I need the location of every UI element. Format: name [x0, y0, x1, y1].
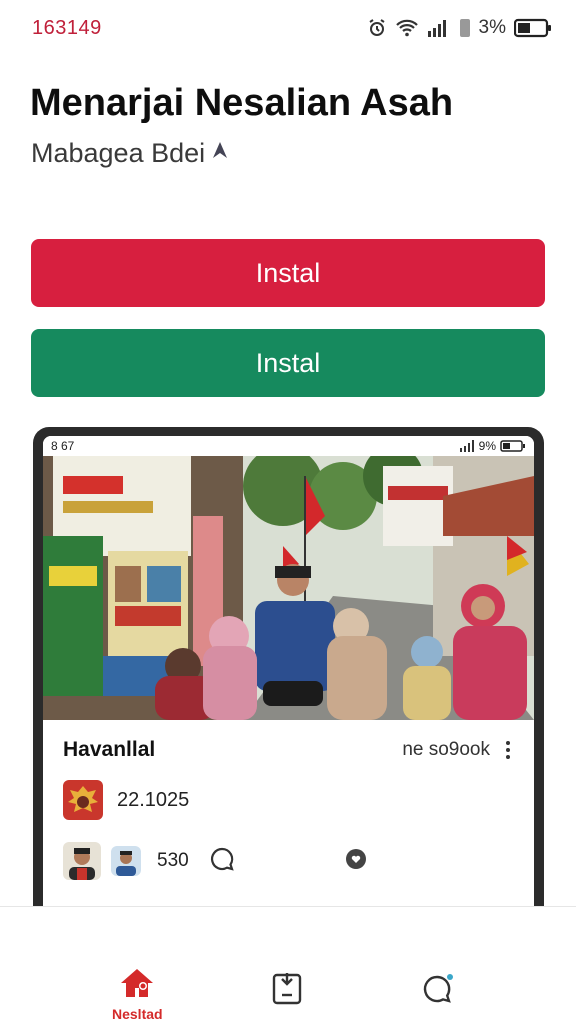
app-title: Menarjai Nesalian Asah	[30, 82, 454, 124]
nav-item-document[interactable]	[270, 969, 304, 1010]
document-icon	[270, 969, 304, 1010]
phone-preview: 8 67 9% Havanllal ne so9ook 22.1025 530	[33, 427, 544, 907]
card-header-row: Havanllal ne so9ook	[63, 734, 514, 766]
card-title: Havanllal	[63, 738, 156, 761]
home-icon	[119, 967, 155, 1004]
card-engagement-row: 530	[63, 842, 514, 880]
inner-battery-icon	[500, 440, 525, 452]
nav-item-home[interactable]: Nesltad	[112, 967, 163, 1022]
like-icon[interactable]	[345, 848, 367, 875]
install-button-primary[interactable]: Instal	[31, 239, 545, 307]
signal-icon	[427, 18, 451, 38]
sim-icon	[459, 18, 471, 38]
avatar[interactable]	[63, 842, 101, 880]
nav-item-chat[interactable]	[420, 971, 456, 1010]
inner-status-icons: 9%	[459, 439, 526, 453]
status-bar: 163149 3%	[0, 0, 576, 56]
nav-label-home: Nesltad	[112, 1006, 163, 1022]
phone-screen: 8 67 9% Havanllal ne so9ook 22.1025 530	[43, 436, 534, 907]
battery-percent: 3%	[478, 17, 506, 38]
chat-icon	[420, 971, 456, 1010]
stat-value: 22.1025	[117, 788, 190, 811]
comments-count: 530	[157, 850, 189, 871]
alarm-icon	[367, 18, 387, 38]
install-button-secondary[interactable]: Instal	[31, 329, 545, 397]
developer-name[interactable]: Mabagea Bdei	[31, 138, 205, 169]
wifi-icon	[395, 18, 419, 38]
status-icons: 3%	[367, 17, 552, 39]
card-body: Havanllal ne so9ook 22.1025 530	[43, 720, 534, 880]
arrow-icon	[211, 138, 229, 169]
card-meta: ne so9ook	[402, 739, 490, 760]
avatar[interactable]	[111, 846, 141, 876]
battery-icon	[514, 18, 552, 38]
bottom-nav: Nesltad	[0, 907, 576, 1024]
card-stat-row: 22.1025	[63, 780, 514, 820]
inner-status-time: 8 67	[51, 439, 75, 453]
inner-status-bar: 8 67 9%	[43, 436, 534, 456]
inner-signal-icon	[459, 440, 474, 452]
garuda-emblem-icon	[63, 780, 103, 820]
comment-icon[interactable]	[209, 846, 235, 877]
status-time: 163149	[32, 16, 102, 39]
app-subtitle-row: Mabagea Bdei	[31, 138, 229, 169]
inner-battery-percent: 9%	[478, 439, 496, 453]
more-options-icon[interactable]	[502, 739, 514, 761]
card-meta-group: ne so9ook	[402, 739, 514, 761]
street-photo	[43, 456, 534, 720]
